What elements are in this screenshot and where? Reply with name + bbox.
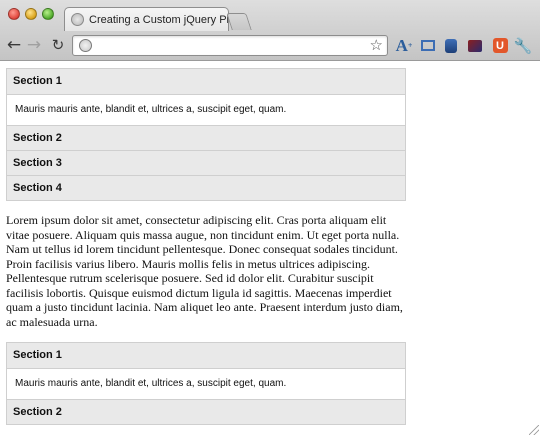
new-tab-button[interactable] <box>226 13 252 30</box>
window-controls <box>8 8 54 20</box>
browser-chrome: Creating a Custom jQuery Pl ← → ↻ ☆ A + U… <box>0 0 540 61</box>
card-extension-icon[interactable] <box>468 37 482 54</box>
frame-extension-icon[interactable] <box>420 37 436 54</box>
accordion-top-section-4-header[interactable]: Section 4 <box>7 175 405 200</box>
back-arrow-icon[interactable]: ← <box>4 35 24 55</box>
u-extension-label: U <box>492 38 508 53</box>
window-resize-grip[interactable] <box>529 425 539 435</box>
profile-extension-icon[interactable] <box>444 37 458 54</box>
bookmark-star-icon[interactable]: ☆ <box>370 36 383 54</box>
address-bar[interactable]: ☆ <box>72 35 388 56</box>
accordion-top-section-3-header[interactable]: Section 3 <box>7 150 405 175</box>
tab-title: Creating a Custom jQuery Pl <box>89 13 228 26</box>
accordion-bottom-section-1-header[interactable]: Section 1 <box>7 343 405 368</box>
lorem-paragraph: Lorem ipsum dolor sit amet, consectetur … <box>6 213 403 329</box>
u-extension-icon[interactable]: U <box>492 37 508 54</box>
page-viewport: Section 1 Mauris mauris ante, blandit et… <box>0 61 540 436</box>
accordion-bottom-section-1-content: Mauris mauris ante, blandit et, ultrices… <box>7 368 405 399</box>
text-size-extension-icon[interactable]: A + <box>396 36 413 55</box>
accordion-top: Section 1 Mauris mauris ante, blandit et… <box>6 68 406 201</box>
browser-tab[interactable]: Creating a Custom jQuery Pl <box>64 7 229 31</box>
accordion-top-section-1-content: Mauris mauris ante, blandit et, ultrices… <box>7 94 405 125</box>
zoom-window-button[interactable] <box>42 8 54 20</box>
page-globe-icon <box>79 39 92 52</box>
globe-icon <box>71 13 84 26</box>
accordion-top-section-1-header[interactable]: Section 1 <box>7 69 405 94</box>
wrench-icon[interactable]: 🔧 <box>514 37 533 55</box>
close-window-button[interactable] <box>8 8 20 20</box>
reload-icon[interactable]: ↻ <box>48 35 68 55</box>
accordion-bottom: Section 1 Mauris mauris ante, blandit et… <box>6 342 406 425</box>
browser-toolbar: ← → ↻ ☆ A + U 🔧 <box>0 31 540 60</box>
minimize-window-button[interactable] <box>25 8 37 20</box>
accordion-bottom-section-2-header[interactable]: Section 2 <box>7 399 405 424</box>
accordion-top-section-2-header[interactable]: Section 2 <box>7 125 405 150</box>
forward-arrow-icon[interactable]: → <box>24 35 44 55</box>
